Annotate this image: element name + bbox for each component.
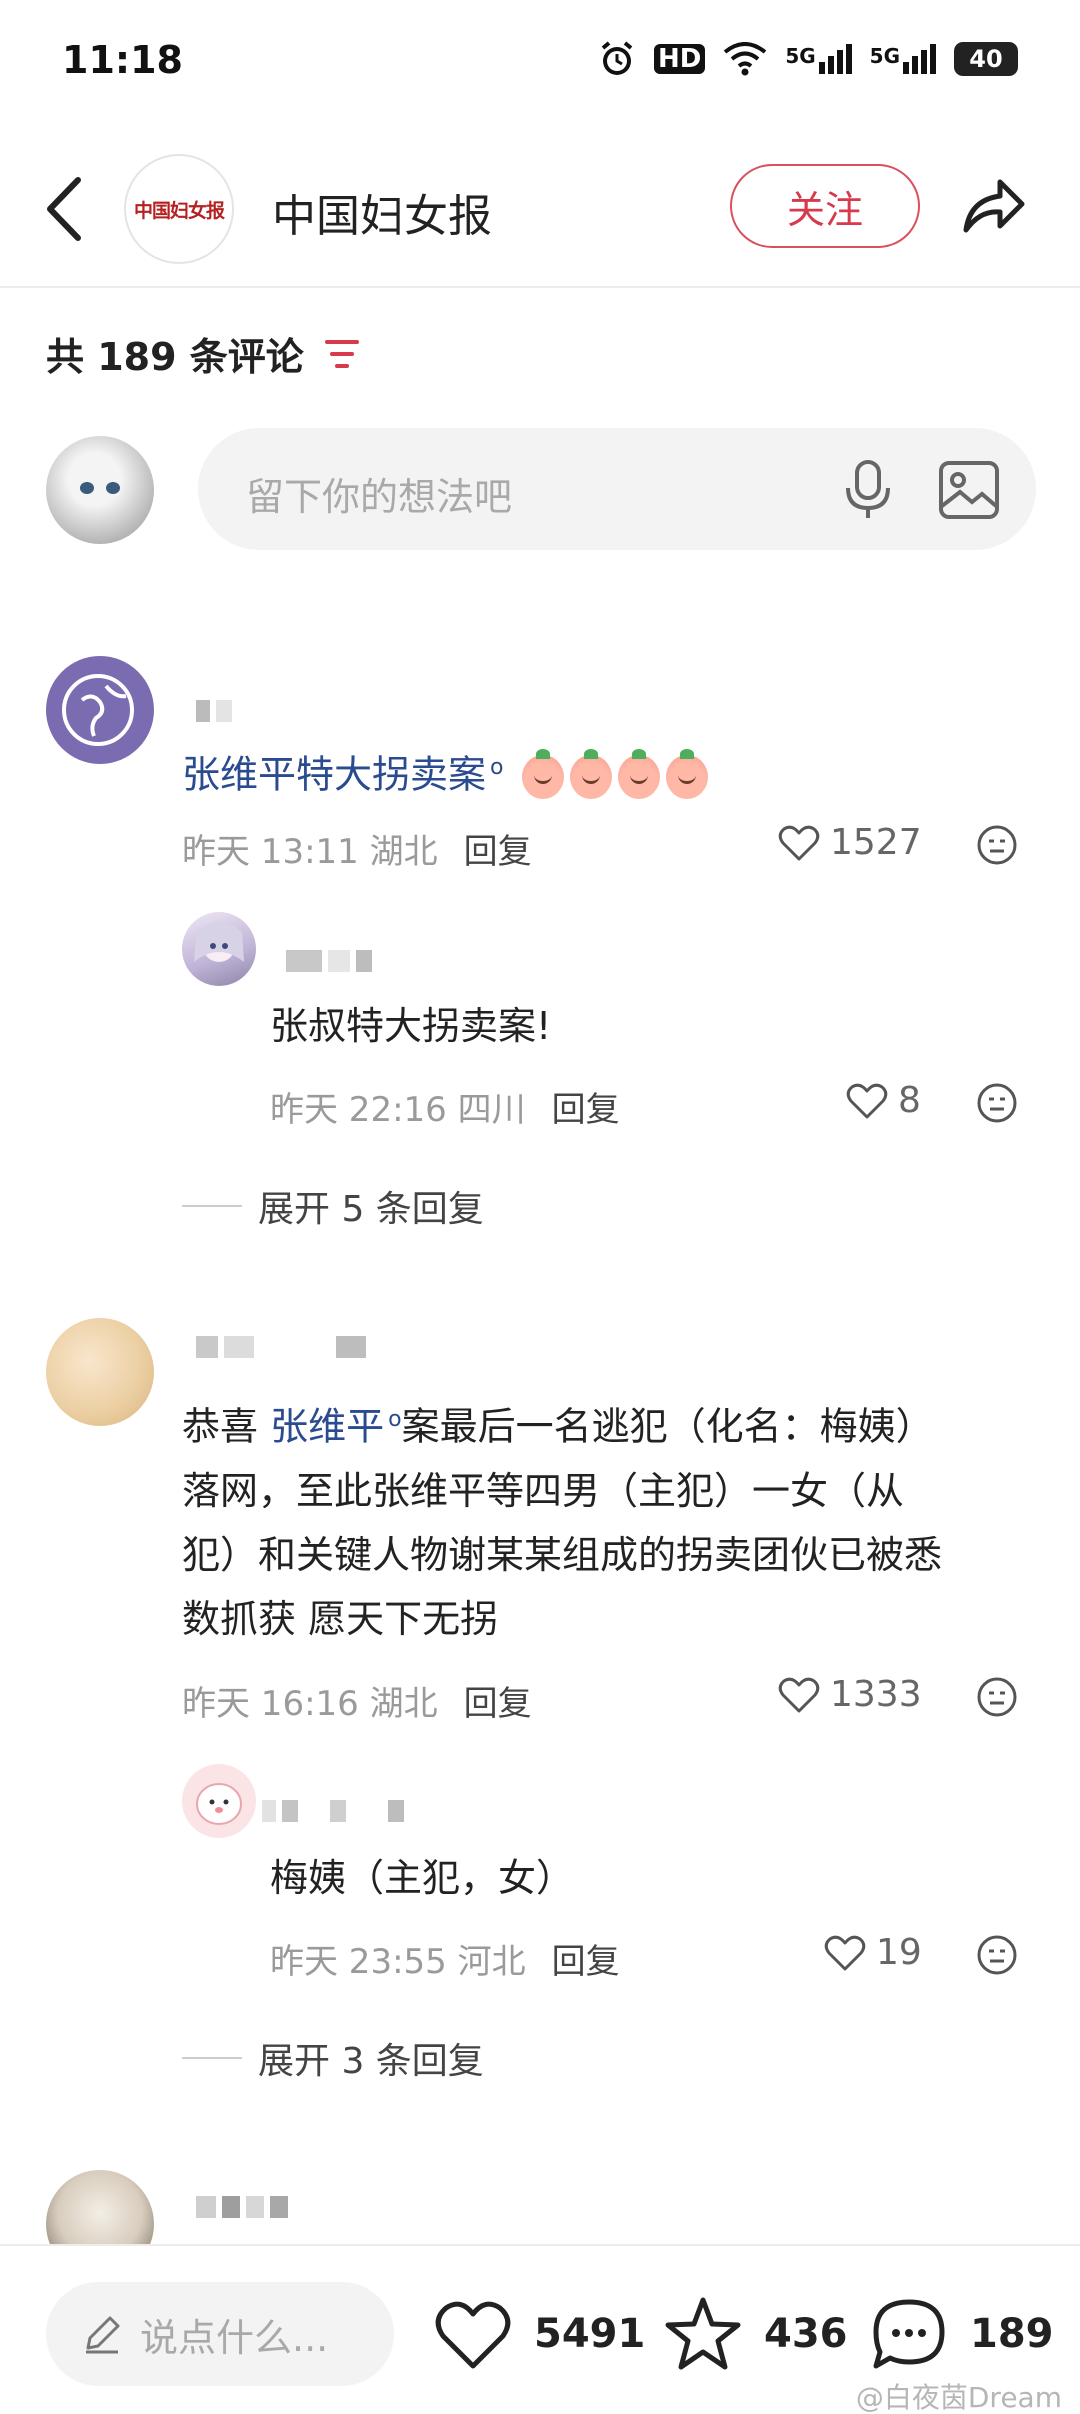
username-redacted <box>286 950 372 972</box>
5g-signal-icon: 5G <box>870 44 936 74</box>
comment-text: 张维平特大拐卖案 o <box>182 736 708 807</box>
heart-icon <box>824 1935 866 1970</box>
like-total: 5491 <box>534 2311 646 2357</box>
page-header: 中国妇女报 中国妇女报 关注 <box>0 130 1080 288</box>
follow-button[interactable]: 关注 <box>730 164 920 248</box>
like-button[interactable]: 8 <box>846 1080 921 1121</box>
reply-button[interactable]: 回复 <box>552 1934 620 1983</box>
comment-total: 189 <box>970 2311 1054 2357</box>
peach-emoji <box>665 749 708 800</box>
reply-time: 昨天 22:16 四川 <box>270 1090 526 1130</box>
peach-emoji <box>569 749 612 800</box>
star-icon <box>665 2297 741 2370</box>
heart-icon <box>778 825 820 860</box>
expand-replies-label: 展开 3 条回复 <box>258 2041 484 2082</box>
username-redacted <box>196 700 232 722</box>
reply-avatar[interactable] <box>182 1764 256 1838</box>
globe-icon <box>62 674 134 746</box>
logo-text: 中国妇女报 <box>133 199 225 222</box>
comment-count-label: 共 189 条评论 <box>46 335 304 379</box>
battery-icon: 40 <box>954 42 1018 76</box>
watermark: @白夜茵Dream <box>855 2381 1062 2414</box>
reaction-icon[interactable] <box>976 824 1018 866</box>
comment-time: 昨天 16:16 湖北 <box>182 1684 438 1724</box>
peach-emoji <box>617 749 660 800</box>
divider <box>182 2057 242 2059</box>
favorite-total: 436 <box>764 2311 848 2357</box>
like-button[interactable]: 1333 <box>778 1674 922 1715</box>
username-redacted <box>196 2196 288 2218</box>
like-count: 19 <box>876 1932 922 1973</box>
favorite-button[interactable]: 436 <box>664 2296 848 2372</box>
reply-text: 张叔特大拐卖案! <box>270 1004 552 1048</box>
back-button[interactable] <box>40 174 90 244</box>
search-icon: o <box>388 1407 402 1432</box>
like-article-button[interactable]: 5491 <box>434 2296 645 2372</box>
comment-meta: 昨天 16:16 湖北 回复 <box>182 1676 532 1725</box>
5g-signal-icon: 5G <box>785 44 852 74</box>
status-time: 11:18 <box>62 38 183 82</box>
reaction-icon[interactable] <box>976 1082 1018 1124</box>
comments-button[interactable]: 189 <box>870 2296 1054 2372</box>
status-bar: 11:18 HD 5G 5G 40 <box>0 0 1080 120</box>
status-icons: HD 5G 5G 40 <box>598 40 1018 78</box>
say-something-input[interactable]: 说点什么... <box>46 2282 394 2386</box>
like-button[interactable]: 19 <box>824 1932 922 1973</box>
search-icon: o <box>490 755 504 780</box>
page-title[interactable]: 中国妇女报 <box>272 180 492 244</box>
comment-bubble-icon <box>873 2299 945 2369</box>
comment-count: 共 189 条评论 <box>46 326 360 381</box>
username-redacted <box>262 1800 404 1822</box>
like-button[interactable]: 1527 <box>778 822 922 863</box>
peach-emoji <box>521 749 564 800</box>
image-icon[interactable] <box>938 460 1000 520</box>
reply-meta: 昨天 23:55 河北 回复 <box>270 1934 620 1983</box>
topic-link[interactable]: 张维平 <box>270 1405 384 1449</box>
expand-replies-label: 展开 5 条回复 <box>258 1189 484 1230</box>
reply-meta: 昨天 22:16 四川 回复 <box>270 1082 620 1131</box>
reply-button[interactable]: 回复 <box>552 1082 620 1131</box>
reply-button[interactable]: 回复 <box>464 1676 532 1725</box>
divider <box>182 1205 242 1207</box>
reaction-icon[interactable] <box>976 1676 1018 1718</box>
account-logo[interactable]: 中国妇女报 <box>124 154 234 264</box>
bottom-bar: 说点什么... 5491 436 189 @白夜茵Dream <box>0 2244 1080 2414</box>
heart-icon <box>846 1083 888 1118</box>
reply-button[interactable]: 回复 <box>464 824 532 873</box>
comment-time: 昨天 13:11 湖北 <box>182 832 438 872</box>
comment-text: 恭喜 张维平 o案最后一名逃犯（化名：梅姨） 落网，至此张维平等四男（主犯）一女（… <box>182 1404 943 1641</box>
commenter-avatar[interactable] <box>46 656 154 764</box>
microphone-icon[interactable] <box>838 458 898 522</box>
expand-replies-button[interactable]: 展开 3 条回复 <box>182 2032 484 2084</box>
like-count: 8 <box>898 1080 921 1121</box>
wifi-icon <box>724 42 767 76</box>
username-redacted <box>196 1336 366 1358</box>
comment-input[interactable]: 留下你的想法吧 <box>198 428 1036 550</box>
comment-meta: 昨天 13:11 湖北 回复 <box>182 824 532 873</box>
like-count: 1527 <box>830 822 922 863</box>
sort-filter-icon[interactable] <box>324 337 360 371</box>
share-icon[interactable] <box>958 170 1028 240</box>
topic-link[interactable]: 张维平特大拐卖案 <box>182 753 486 797</box>
reply-avatar[interactable] <box>182 912 256 986</box>
alarm-icon <box>601 41 633 75</box>
heart-icon <box>435 2301 511 2369</box>
say-something-placeholder: 说点什么... <box>140 2315 329 2360</box>
heart-icon <box>778 1677 820 1712</box>
reply-text: 梅姨（主犯，女） <box>270 1856 575 1900</box>
pencil-icon <box>86 2316 120 2354</box>
reaction-icon[interactable] <box>976 1934 1018 1976</box>
commenter-avatar[interactable] <box>46 1318 154 1426</box>
like-count: 1333 <box>830 1674 922 1715</box>
expand-replies-button[interactable]: 展开 5 条回复 <box>182 1180 484 1232</box>
reply-time: 昨天 23:55 河北 <box>270 1942 526 1982</box>
hd-icon: HD <box>653 44 706 74</box>
comment-input-placeholder: 留下你的想法吧 <box>246 475 513 519</box>
my-avatar[interactable] <box>46 436 154 544</box>
